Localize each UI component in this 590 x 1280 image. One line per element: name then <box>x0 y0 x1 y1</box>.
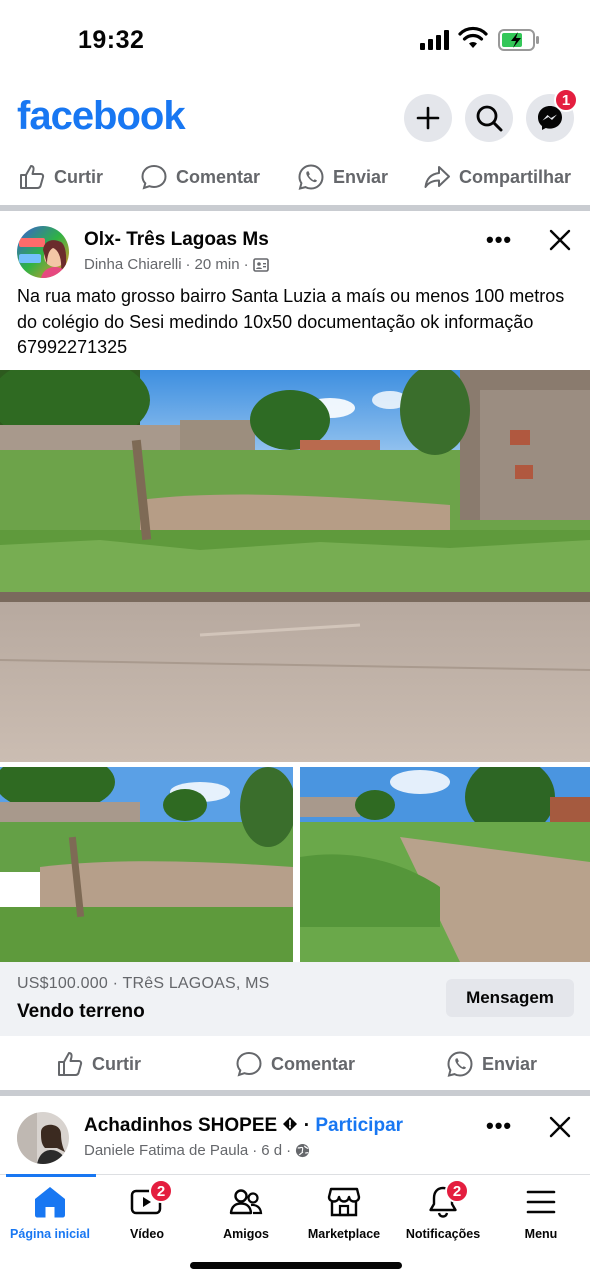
plus-icon <box>416 106 440 130</box>
video-badge: 2 <box>149 1179 173 1203</box>
post-divider <box>0 1090 590 1096</box>
close-icon[interactable] <box>549 229 571 251</box>
nav-video-label: Vídeo <box>129 1227 165 1241</box>
post-author[interactable]: Dinha Chiarelli <box>84 256 182 273</box>
next-post-more-button[interactable]: ••• <box>486 1113 512 1139</box>
send-label: Enviar <box>482 1053 538 1074</box>
search-icon <box>476 105 503 132</box>
wifi-icon <box>458 26 488 48</box>
comment-icon <box>141 164 167 190</box>
like-icon <box>20 165 45 189</box>
share-icon <box>424 166 450 188</box>
nav-marketplace[interactable]: Marketplace <box>294 1185 394 1241</box>
home-icon <box>35 1187 65 1218</box>
listing-price: US$100.000 · TRêS LAGOAS, MS <box>17 975 270 992</box>
next-post-time[interactable]: 6 d <box>261 1142 282 1159</box>
whatsapp-icon <box>447 1051 473 1077</box>
share-button-top[interactable]: Compartilhar <box>423 163 571 191</box>
messenger-button[interactable]: 1 <box>526 88 578 142</box>
nav-notifications[interactable]: 2 Notificações <box>393 1179 493 1241</box>
post-more-button[interactable]: ••• <box>486 227 512 253</box>
comment-button-top[interactable]: Comentar <box>140 163 260 191</box>
post-main-photo[interactable] <box>0 370 590 762</box>
create-button[interactable] <box>404 94 452 142</box>
nav-home[interactable]: Página inicial <box>0 1185 100 1241</box>
like-button[interactable]: Curtir <box>56 1050 141 1078</box>
public-globe-icon <box>296 1143 310 1158</box>
share-label: Compartilhar <box>459 166 572 187</box>
status-bar: 19:32 <box>0 0 590 80</box>
home-indicator <box>190 1262 402 1269</box>
comment-icon <box>236 1051 262 1077</box>
nav-home-label: Página inicial <box>10 1227 90 1241</box>
menu-icon <box>526 1190 556 1214</box>
whatsapp-icon <box>298 164 324 190</box>
search-button[interactable] <box>465 94 513 142</box>
notifications-badge: 2 <box>445 1179 469 1203</box>
join-group-button[interactable]: Participar <box>315 1115 403 1136</box>
meta-separator: · <box>243 256 249 273</box>
listing-title: Vendo terreno <box>17 1001 145 1022</box>
nav-menu-label: Menu <box>524 1227 558 1241</box>
like-label: Curtir <box>92 1053 141 1074</box>
meta-separator: · <box>185 256 191 273</box>
nav-video[interactable]: 2 Vídeo <box>97 1179 197 1241</box>
nav-menu[interactable]: Menu <box>491 1185 590 1241</box>
group-avatar[interactable] <box>17 226 69 278</box>
send-button-top[interactable]: Enviar <box>297 163 388 191</box>
comment-button[interactable]: Comentar <box>235 1050 355 1078</box>
meta-separator: · <box>286 1142 292 1159</box>
like-label: Curtir <box>54 166 103 187</box>
close-icon[interactable] <box>549 1116 571 1138</box>
post-divider <box>0 205 590 211</box>
nav-notifications-label: Notificações <box>405 1227 481 1241</box>
comment-label: Comentar <box>271 1053 356 1074</box>
nav-friends-label: Amigos <box>223 1227 269 1241</box>
group-privacy-icon <box>252 257 269 272</box>
marketplace-icon <box>327 1187 361 1217</box>
next-group-avatar[interactable] <box>17 1112 69 1164</box>
cellular-signal-icon <box>420 30 449 50</box>
post-photo-2[interactable] <box>0 767 293 962</box>
active-tab-indicator <box>6 1174 96 1177</box>
like-button-top[interactable]: Curtir <box>18 163 103 191</box>
like-icon <box>58 1052 83 1076</box>
status-time: 19:32 <box>78 26 145 54</box>
post-photo-3[interactable] <box>300 767 590 962</box>
battery-charging-icon <box>498 29 539 51</box>
listing-info[interactable]: US$100.000 · TRêS LAGOAS, MS Vendo terre… <box>0 962 590 1036</box>
friends-icon <box>229 1189 263 1215</box>
nav-marketplace-label: Marketplace <box>307 1227 381 1241</box>
meta-separator: · <box>252 1142 258 1159</box>
comment-label: Comentar <box>176 166 261 187</box>
next-post-author[interactable]: Daniele Fatima de Paula <box>84 1142 248 1159</box>
next-group-name[interactable]: Achadinhos SHOPEE <box>84 1115 277 1136</box>
next-post-header: Achadinhos SHOPEE · Participar <box>84 1115 403 1137</box>
next-post-meta: Daniele Fatima de Paula · 6 d · <box>84 1142 310 1159</box>
nav-friends[interactable]: Amigos <box>196 1185 296 1241</box>
send-label: Enviar <box>333 166 389 187</box>
post-meta: Dinha Chiarelli · 20 min · <box>84 256 269 273</box>
facebook-logo[interactable]: facebook <box>17 94 186 139</box>
app-header: facebook 1 <box>0 88 590 148</box>
message-seller-button[interactable]: Mensagem <box>446 979 574 1017</box>
verified-icon <box>283 1117 298 1131</box>
meta-separator: · <box>303 1115 311 1136</box>
send-button[interactable]: Enviar <box>446 1050 537 1078</box>
post-group-name[interactable]: Olx- Três Lagoas Ms <box>84 229 269 251</box>
post-text: Na rua mato grosso bairro Santa Luzia a … <box>17 286 565 357</box>
messenger-badge: 1 <box>554 88 578 112</box>
post-time[interactable]: 20 min <box>195 256 240 273</box>
